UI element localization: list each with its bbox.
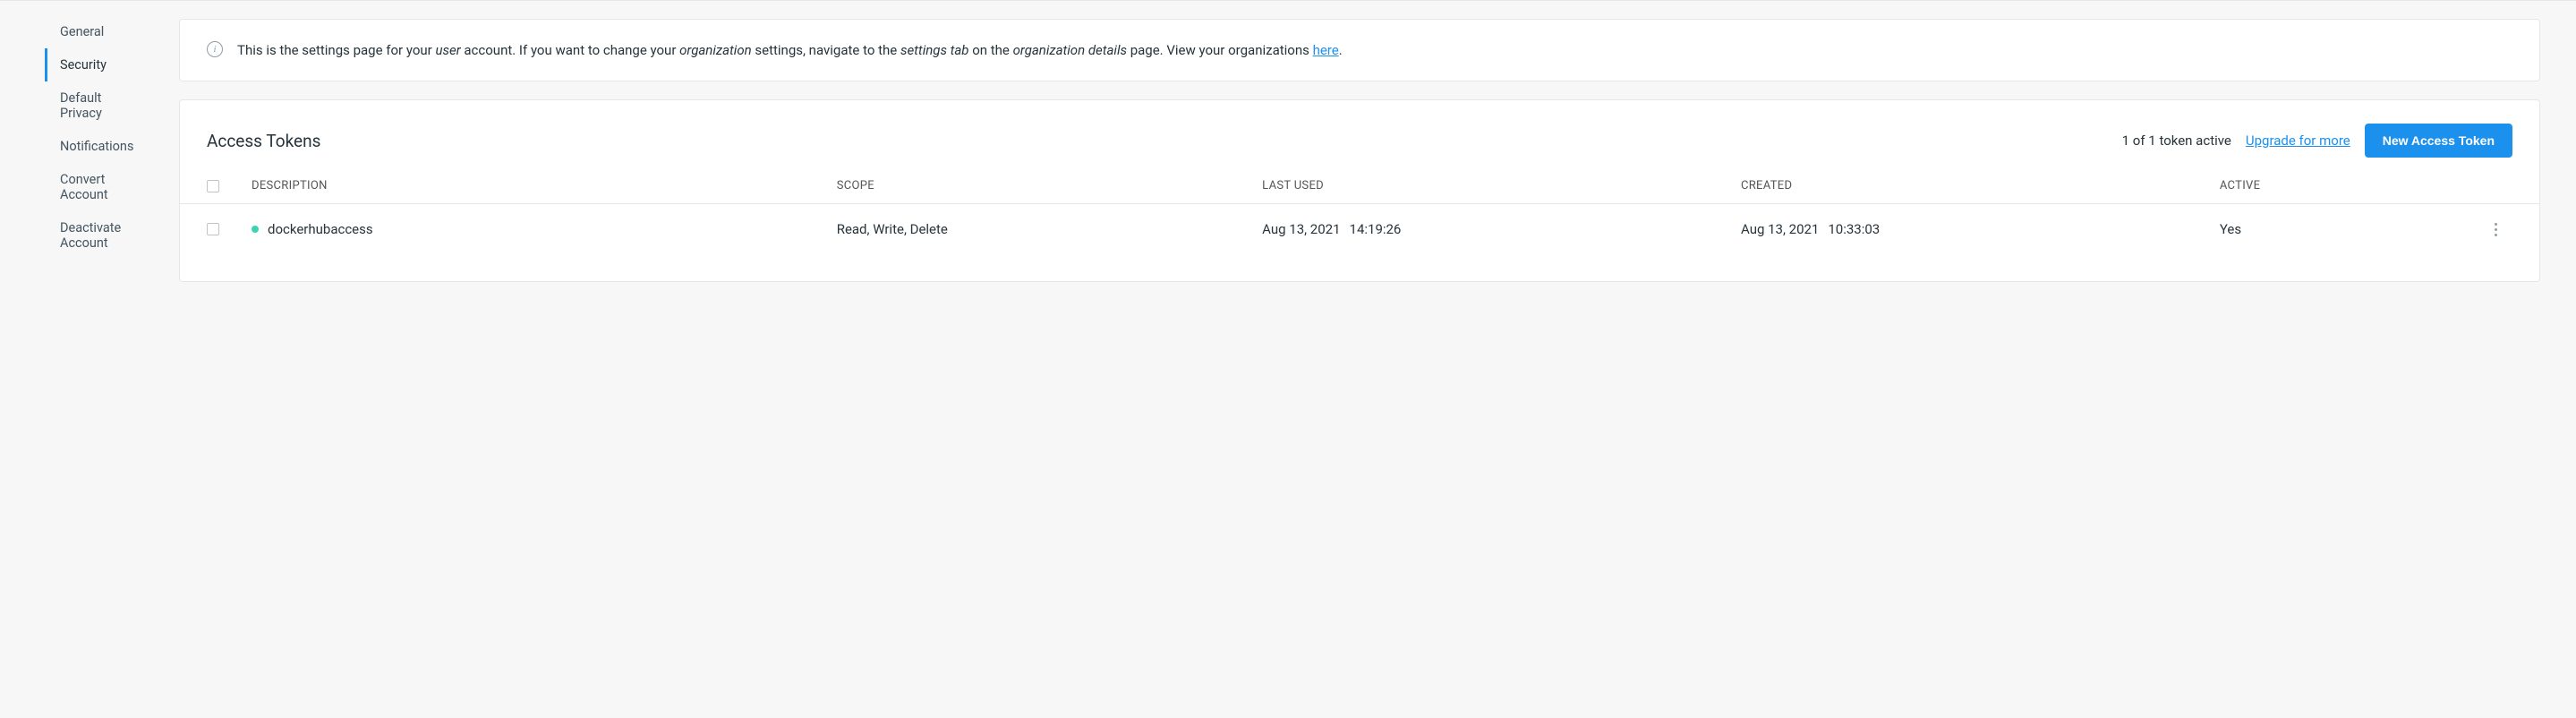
tokens-title: Access Tokens xyxy=(207,131,320,151)
created-cell: Aug 13, 2021 10:33:03 xyxy=(1741,221,2220,237)
tokens-actions: 1 of 1 token active Upgrade for more New… xyxy=(2122,124,2512,158)
last-used-date: Aug 13, 2021 xyxy=(1262,221,1340,237)
info-text-segment: account. If you want to change your xyxy=(461,42,679,58)
sidebar-item-deactivate-account[interactable]: Deactivate Account xyxy=(45,211,143,260)
tokens-table: DESCRIPTION SCOPE LAST USED CREATED ACTI… xyxy=(180,175,2539,254)
row-select-cell xyxy=(207,223,252,235)
info-text-segment: . xyxy=(1339,42,1343,58)
info-em-org-details: organization details xyxy=(1013,42,1127,58)
row-checkbox[interactable] xyxy=(207,223,219,235)
info-text-segment: This is the settings page for your xyxy=(237,42,435,58)
scope-cell: Read, Write, Delete xyxy=(837,221,1262,237)
main-content: i This is the settings page for your use… xyxy=(143,1,2576,359)
sidebar-item-security[interactable]: Security xyxy=(45,48,143,81)
created-date: Aug 13, 2021 xyxy=(1741,221,1819,237)
info-em-organization: organization xyxy=(679,42,752,58)
info-banner: i This is the settings page for your use… xyxy=(179,19,2540,81)
col-scope: SCOPE xyxy=(837,179,1262,192)
info-text-segment: on the xyxy=(968,42,1012,58)
info-text: This is the settings page for your user … xyxy=(237,39,1343,61)
col-active: ACTIVE xyxy=(2220,179,2486,192)
info-icon: i xyxy=(207,41,223,57)
tokens-header: Access Tokens 1 of 1 token active Upgrad… xyxy=(180,124,2539,175)
new-access-token-button[interactable]: New Access Token xyxy=(2365,124,2512,158)
tokens-status: 1 of 1 token active xyxy=(2122,132,2231,149)
created-time: 10:33:03 xyxy=(1828,221,1880,237)
orgs-here-link[interactable]: here xyxy=(1313,42,1339,58)
description-cell: dockerhubaccess xyxy=(252,221,837,237)
sidebar-item-general[interactable]: General xyxy=(45,15,143,48)
col-last-used: LAST USED xyxy=(1262,179,1741,192)
select-all-cell xyxy=(207,180,252,192)
table-header-row: DESCRIPTION SCOPE LAST USED CREATED ACTI… xyxy=(180,175,2539,204)
tokens-card: Access Tokens 1 of 1 token active Upgrad… xyxy=(179,99,2540,282)
info-em-user: user xyxy=(435,42,460,58)
sidebar-item-convert-account[interactable]: Convert Account xyxy=(45,163,143,211)
token-description: dockerhubaccess xyxy=(268,221,373,237)
sidebar-item-notifications[interactable]: Notifications xyxy=(45,130,143,163)
last-used-time: 14:19:26 xyxy=(1350,221,1402,237)
upgrade-link[interactable]: Upgrade for more xyxy=(2246,132,2350,149)
select-all-checkbox[interactable] xyxy=(207,180,219,192)
info-text-segment: page. View your organizations xyxy=(1127,42,1313,58)
row-actions-cell xyxy=(2486,218,2530,240)
active-cell: Yes xyxy=(2220,221,2486,237)
info-em-settings-tab: settings tab xyxy=(900,42,969,58)
sidebar: General Security Default Privacy Notific… xyxy=(0,1,143,359)
info-text-segment: settings, navigate to the xyxy=(752,42,900,58)
table-row: dockerhubaccess Read, Write, Delete Aug … xyxy=(180,204,2539,254)
more-actions-icon[interactable] xyxy=(2486,218,2507,240)
last-used-cell: Aug 13, 2021 14:19:26 xyxy=(1262,221,1741,237)
sidebar-item-default-privacy[interactable]: Default Privacy xyxy=(45,81,143,130)
active-status-dot-icon xyxy=(252,226,259,233)
col-created: CREATED xyxy=(1741,179,2220,192)
col-description: DESCRIPTION xyxy=(252,179,837,192)
